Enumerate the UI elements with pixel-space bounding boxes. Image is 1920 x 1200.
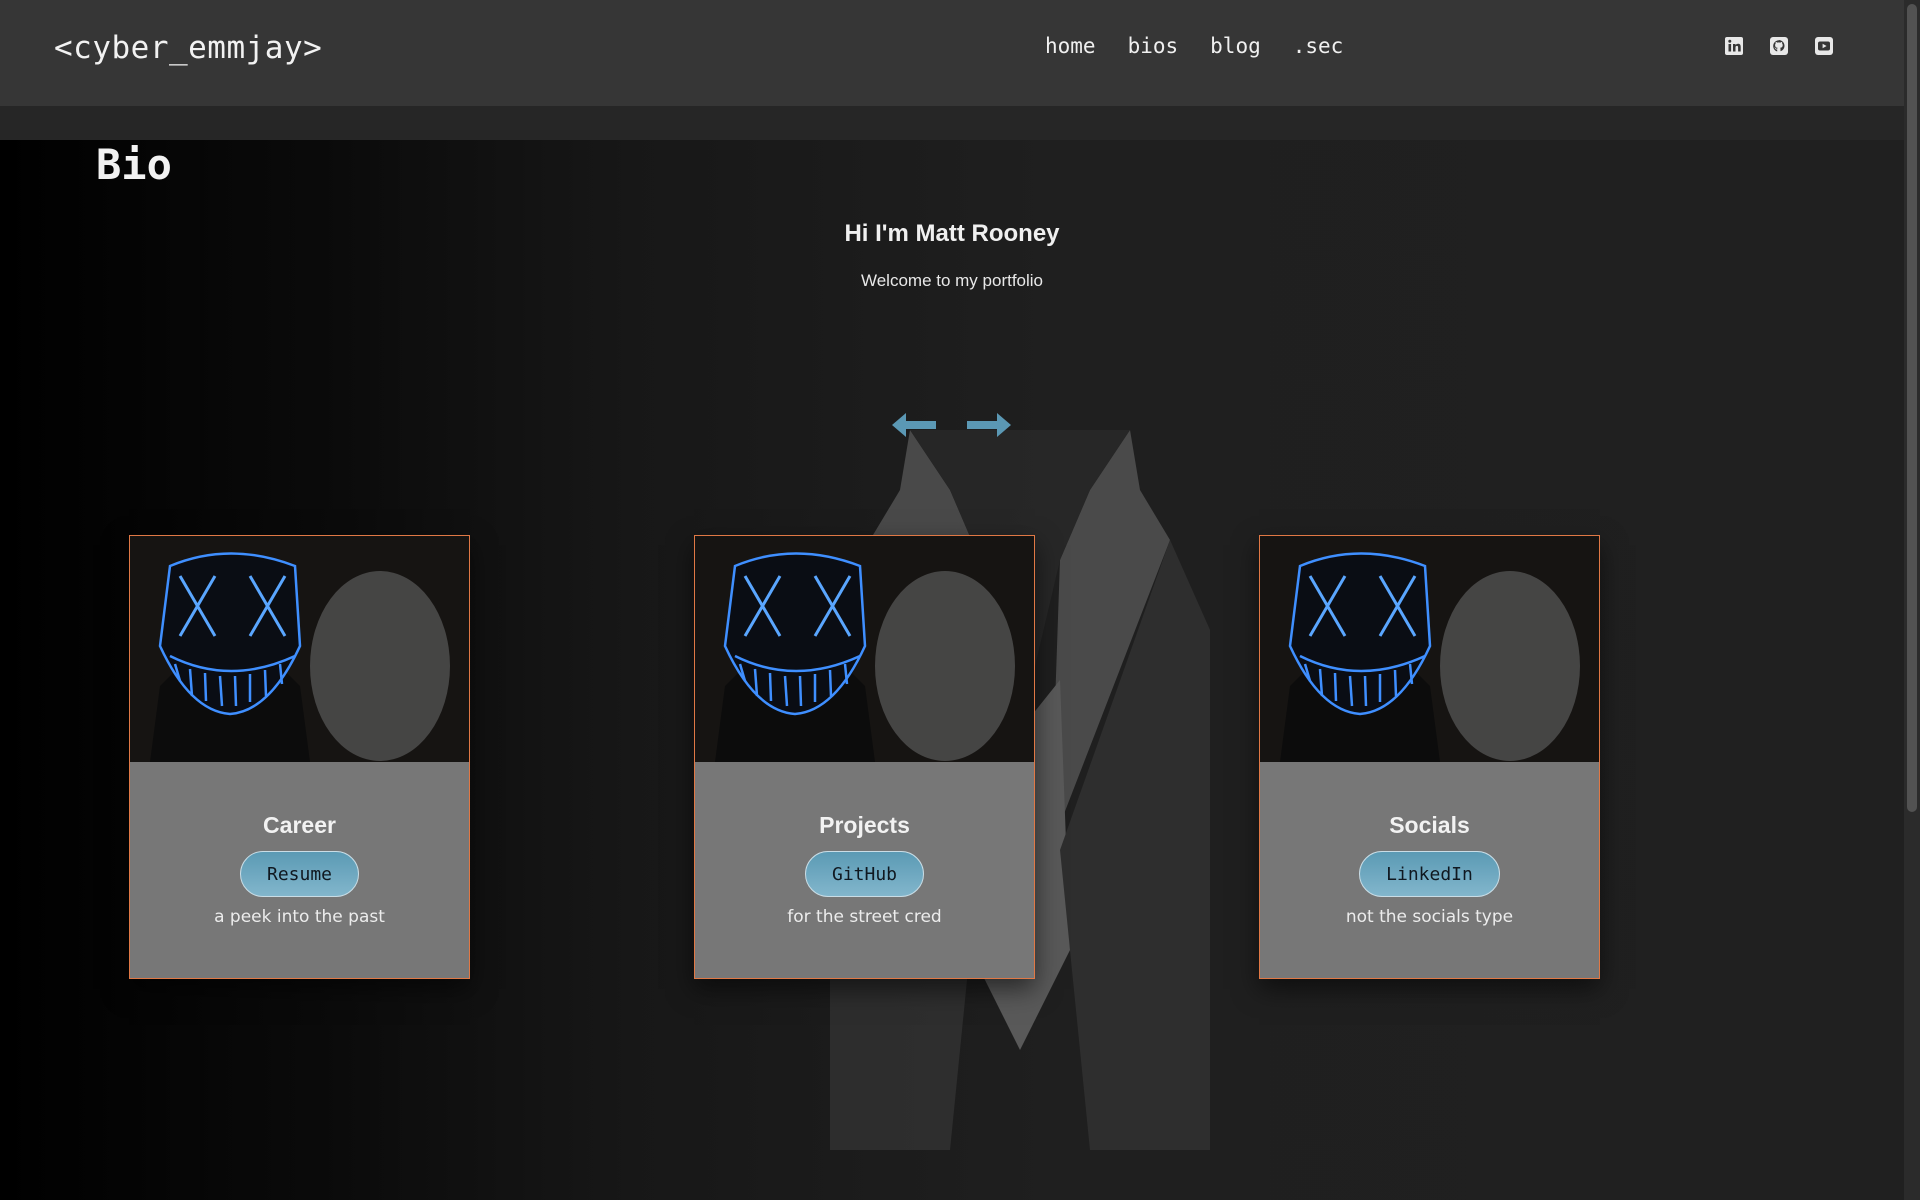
card-caption: not the socials type [1345, 907, 1514, 927]
vertical-scrollbar[interactable] [1904, 0, 1920, 1200]
socials-card: Socials LinkedIn not the socials type [1259, 535, 1600, 979]
card-title: Socials [1389, 812, 1470, 838]
youtube-icon[interactable] [1814, 36, 1834, 56]
led-mask-image [130, 536, 469, 762]
linkedin-icon[interactable] [1724, 36, 1744, 56]
card-title: Projects [819, 812, 910, 838]
social-links [1724, 36, 1834, 56]
site-header: <cyber_emmjay> home bios blog .sec [0, 0, 1920, 106]
github-icon[interactable] [1769, 36, 1789, 56]
career-card: Career Resume a peek into the past [129, 535, 470, 979]
card-caption: for the street cred [787, 907, 942, 927]
scrollbar-thumb[interactable] [1907, 4, 1917, 812]
header-subbar [0, 106, 1904, 140]
nav-home-link[interactable]: home [1045, 34, 1096, 58]
main-content: Bio Hi I'm Matt Rooney Welcome to my por… [0, 140, 1904, 1200]
site-logo[interactable]: <cyber_emmjay> [54, 30, 322, 66]
hero-subtitle: Welcome to my portfolio [860, 271, 1044, 290]
github-button[interactable]: GitHub [804, 851, 925, 897]
arrow-left-icon[interactable] [890, 410, 938, 440]
led-mask-image [695, 536, 1034, 762]
main-nav: home bios blog .sec [1045, 34, 1343, 58]
hero-greeting: Hi I'm Matt Rooney [844, 220, 1060, 247]
arrow-right-icon[interactable] [965, 410, 1013, 440]
projects-card: Projects GitHub for the street cred [694, 535, 1035, 979]
led-mask-image [1260, 536, 1599, 762]
card-caption: a peek into the past [214, 907, 385, 927]
nav-bios-link[interactable]: bios [1128, 34, 1179, 58]
page-title: Bio [96, 140, 172, 189]
card-title: Career [263, 812, 336, 838]
resume-button[interactable]: Resume [239, 851, 360, 897]
nav-sec-link[interactable]: .sec [1293, 34, 1344, 58]
linkedin-button[interactable]: LinkedIn [1359, 851, 1500, 897]
page: <cyber_emmjay> home bios blog .sec Bio H… [0, 0, 1920, 1200]
nav-blog-link[interactable]: blog [1210, 34, 1261, 58]
